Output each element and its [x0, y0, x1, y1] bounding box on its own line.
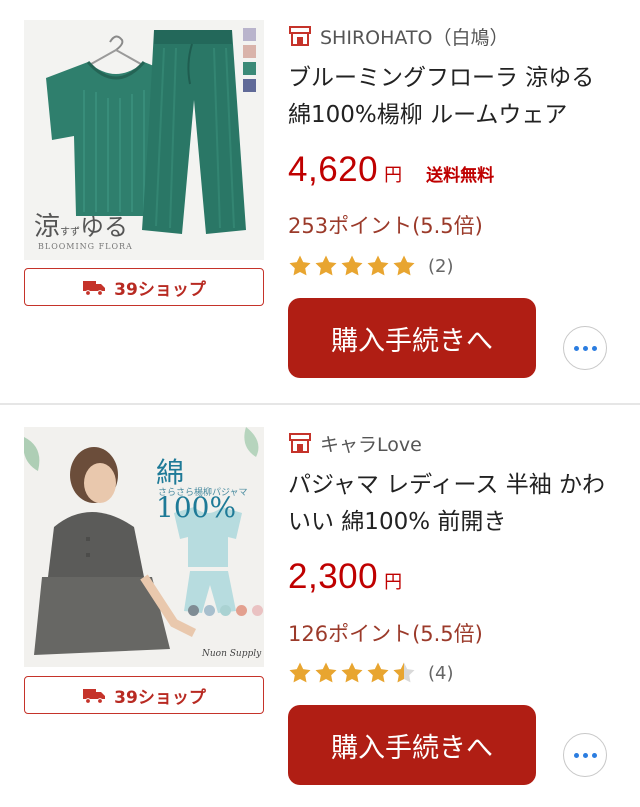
more-icon[interactable]: [563, 326, 607, 370]
star-icon: [289, 662, 311, 683]
price-row: 4,620 円 送料無料: [288, 150, 494, 190]
rating[interactable]: (4): [288, 661, 454, 685]
product-image[interactable]: 綿100% さらさら楊柳パジャマ Nuon Supply: [24, 427, 264, 667]
shop-name: SHIROHATO（白鳩）: [320, 26, 509, 49]
points: 253ポイント(5.5倍): [288, 214, 483, 238]
more-dot: [573, 752, 579, 758]
more-dot: [582, 752, 588, 758]
price-row: 2,300 円: [288, 557, 402, 597]
color-swatch: [243, 45, 256, 58]
more-dot: [582, 345, 588, 351]
color-swatch: [243, 79, 256, 92]
star-icon: [367, 662, 389, 683]
product-title[interactable]: ブルーミングフローラ 涼ゆる 綿100%楊柳 ルームウェア: [288, 60, 618, 134]
free-shipping-label: 送料無料: [426, 166, 495, 186]
39-shop-label: 39ショップ: [114, 279, 206, 300]
star-half-icon: [393, 662, 415, 683]
shop-link[interactable]: キャラLove: [288, 429, 422, 457]
more-dot: [591, 752, 597, 758]
color-swatch: [220, 605, 231, 616]
image-sub-text: さらさら楊柳パジャマ: [158, 488, 248, 498]
more-dot: [591, 345, 597, 351]
shop-icon: [289, 26, 311, 46]
shop-link[interactable]: SHIROHATO（白鳩）: [288, 22, 508, 50]
product-card: 綿100% さらさら楊柳パジャマ Nuon Supply 39ショップ キャラL…: [0, 405, 640, 807]
image-signature: Nuon Supply: [202, 649, 262, 659]
image-sub-text: BLOOMING FLORA: [38, 242, 133, 251]
star-icon: [393, 255, 415, 276]
star-icon: [289, 255, 311, 276]
product-card: 涼すずゆる BLOOMING FLORA 39ショップ SHIROHATO（白鳩…: [0, 0, 640, 404]
review-count: (2): [428, 255, 454, 277]
star-icon: [315, 662, 337, 683]
rating[interactable]: (2): [288, 254, 454, 278]
star-icon: [367, 255, 389, 276]
more-icon[interactable]: [563, 733, 607, 777]
39-shop-badge[interactable]: 39ショップ: [24, 268, 264, 306]
truck-icon: [83, 281, 106, 296]
more-dot: [573, 345, 579, 351]
price: 4,620: [288, 150, 379, 189]
star-icon: [315, 255, 337, 276]
currency: 円: [384, 572, 403, 593]
star-icon: [341, 255, 363, 276]
39-shop-badge[interactable]: 39ショップ: [24, 676, 264, 714]
checkout-button[interactable]: 購入手続きへ: [288, 705, 536, 785]
image-brand-text: 涼すずゆる: [34, 212, 129, 242]
color-swatch: [236, 605, 247, 616]
shop-icon: [289, 433, 311, 453]
product-title[interactable]: パジャマ レディース 半袖 かわいい 綿100% 前開き: [288, 467, 618, 541]
currency: 円: [384, 165, 403, 186]
shop-name: キャラLove: [320, 433, 422, 456]
color-swatch: [243, 28, 256, 41]
product-image[interactable]: 涼すずゆる BLOOMING FLORA: [24, 20, 264, 260]
color-swatch: [252, 605, 263, 616]
star-icon: [341, 662, 363, 683]
checkout-button[interactable]: 購入手続きへ: [288, 298, 536, 378]
truck-icon: [83, 689, 106, 704]
review-count: (4): [428, 662, 454, 684]
points: 126ポイント(5.5倍): [288, 622, 483, 646]
color-swatch: [188, 605, 199, 616]
color-swatch: [204, 605, 215, 616]
price: 2,300: [288, 557, 379, 596]
39-shop-label: 39ショップ: [114, 687, 206, 708]
color-swatch: [243, 62, 256, 75]
